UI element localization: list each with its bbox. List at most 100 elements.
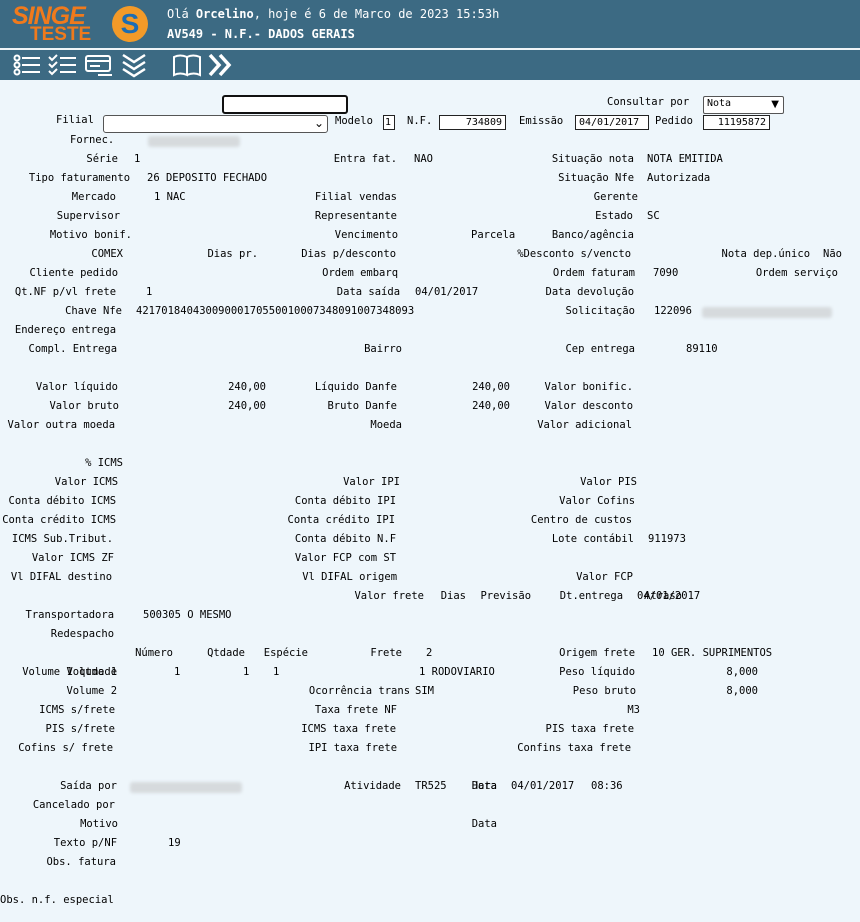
field-label: PIS taxa frete — [545, 723, 635, 735]
field-label: Origem frete — [559, 647, 636, 659]
filial-select[interactable]: ⌄ — [103, 115, 328, 133]
field-label: Valor adicional — [537, 419, 633, 431]
field-label: Volume 1 qtdade — [22, 666, 118, 678]
field-label: IPI taxa frete — [308, 742, 398, 754]
field-label: Conta débito N.F — [294, 533, 397, 545]
field-label: Peso líquido — [559, 666, 636, 678]
field-label: Motivo — [80, 818, 119, 830]
field-value: Autorizada — [647, 172, 711, 184]
field-label: Bairro — [364, 343, 403, 355]
chevron-down-icon: ⌄ — [313, 116, 324, 130]
field-label: Saída por — [60, 780, 118, 792]
field-label: Série — [86, 153, 118, 165]
field-value: 04/01/2017 — [511, 780, 575, 792]
page-title: AV549 - N.F.- DADOS GERAIS — [167, 27, 355, 41]
field-label: Valor outra moeda — [7, 419, 116, 431]
fornec-label: Fornec. — [70, 134, 115, 146]
field-label: Valor bonific. — [544, 381, 634, 393]
field-label: Nota dep.único — [721, 248, 811, 260]
field-label: Previsão — [480, 590, 532, 602]
toolbar — [0, 50, 860, 80]
field-label: Obs. fatura — [46, 856, 117, 868]
field-label: ICMS s/frete — [39, 704, 116, 716]
field-value: 240,00 — [228, 381, 267, 393]
field-label: Compl. Entrega — [28, 343, 118, 355]
field-label: Confins taxa frete — [517, 742, 632, 754]
field-label: Frete — [370, 647, 402, 659]
card-icon[interactable] — [84, 52, 114, 78]
emissao-input[interactable]: 04/01/2017 — [575, 115, 649, 130]
collapse-icon[interactable] — [120, 52, 150, 78]
redacted-fornecedor — [148, 136, 240, 147]
field-value: 7090 — [653, 267, 679, 279]
quick-search-field[interactable] — [222, 95, 348, 114]
field-label: Valor Cofins — [559, 495, 636, 507]
chevron-down-icon: ▼ — [771, 99, 779, 110]
field-label: Data — [471, 818, 498, 830]
field-label: Espécie — [263, 647, 309, 659]
field-label: Dias pr. — [207, 248, 259, 260]
field-label: Estado — [595, 210, 634, 222]
field-value: 240,00 — [472, 400, 511, 412]
field-label: Vencimento — [334, 229, 399, 241]
field-label: Solicitação — [565, 305, 636, 317]
list-icon[interactable] — [12, 52, 42, 78]
field-value: 19 — [168, 837, 181, 849]
field-label: Filial vendas — [314, 191, 398, 203]
field-label: Líquido Danfe — [314, 381, 398, 393]
field-value: 04/01/2017 — [415, 286, 479, 298]
field-label: Centro de custos — [530, 514, 633, 526]
field-label: Conta débito IPI — [294, 495, 397, 507]
field-label: Cancelado por — [32, 799, 116, 811]
forward-icon[interactable] — [206, 52, 236, 78]
nf-label: N.F. — [407, 115, 433, 127]
pedido-input[interactable]: 11195872 — [703, 115, 770, 130]
field-value: NOTA EMITIDA — [647, 153, 723, 165]
nf-input[interactable]: 734809 — [439, 115, 506, 130]
field-value: 1 — [273, 666, 280, 678]
field-label: Taxa frete NF — [314, 704, 398, 716]
field-value: 1 — [174, 666, 181, 678]
modelo-input[interactable]: 1 — [383, 115, 395, 130]
field-value: 4217018404300900017055001000734809100734… — [136, 305, 415, 317]
checklist-icon[interactable] — [48, 52, 78, 78]
field-label: Valor ICMS ZF — [31, 552, 115, 564]
field-label: Banco/agência — [551, 229, 635, 241]
field-label: Conta crédito ICMS — [2, 514, 117, 526]
field-label: Ocorrência trans — [308, 685, 411, 697]
field-value: 240,00 — [472, 381, 511, 393]
book-icon[interactable] — [172, 52, 202, 78]
field-label: Conta débito ICMS — [8, 495, 117, 507]
field-label: Transportadora — [25, 609, 115, 621]
field-label: Redespacho — [50, 628, 115, 640]
consultar-select[interactable]: Nota ▼ — [703, 96, 784, 114]
field-label: Qtdade — [207, 647, 246, 659]
field-label: Valor desconto — [544, 400, 634, 412]
field-value: 911973 — [648, 533, 686, 545]
field-label: Data saída — [336, 286, 401, 298]
field-label: Chave Nfe — [65, 305, 123, 317]
field-label: Obs. n.f. especial — [0, 894, 114, 906]
field-label: M3 — [627, 704, 641, 716]
consultar-label: Consultar por — [607, 96, 690, 108]
field-label: Atraso — [644, 590, 683, 602]
field-value: 10 GER. SUPRIMENTOS — [652, 647, 773, 659]
field-label: Entra fat. — [333, 153, 398, 165]
field-label: Atividade — [344, 780, 402, 792]
field-label: Bruto Danfe — [327, 400, 398, 412]
field-label: Volume 2 — [66, 685, 118, 697]
brand-logo-sub: TESTE — [30, 24, 92, 45]
field-label: Cep entrega — [565, 343, 636, 355]
field-label: Valor bruto — [49, 400, 120, 412]
field-label: Peso bruto — [572, 685, 637, 697]
field-value: 2 — [426, 647, 433, 659]
field-label: COMEX — [91, 248, 123, 260]
field-label: Valor FCP — [576, 571, 634, 583]
field-value: 08:36 — [591, 780, 623, 792]
field-label: Ordem serviço — [755, 267, 839, 279]
pedido-label: Pedido — [655, 115, 693, 127]
field-label: %Desconto s/vencto — [517, 248, 632, 260]
field-value: 8,000 — [726, 666, 758, 678]
field-value: SIM — [415, 685, 434, 697]
field-label: Lote contábil — [551, 533, 635, 545]
